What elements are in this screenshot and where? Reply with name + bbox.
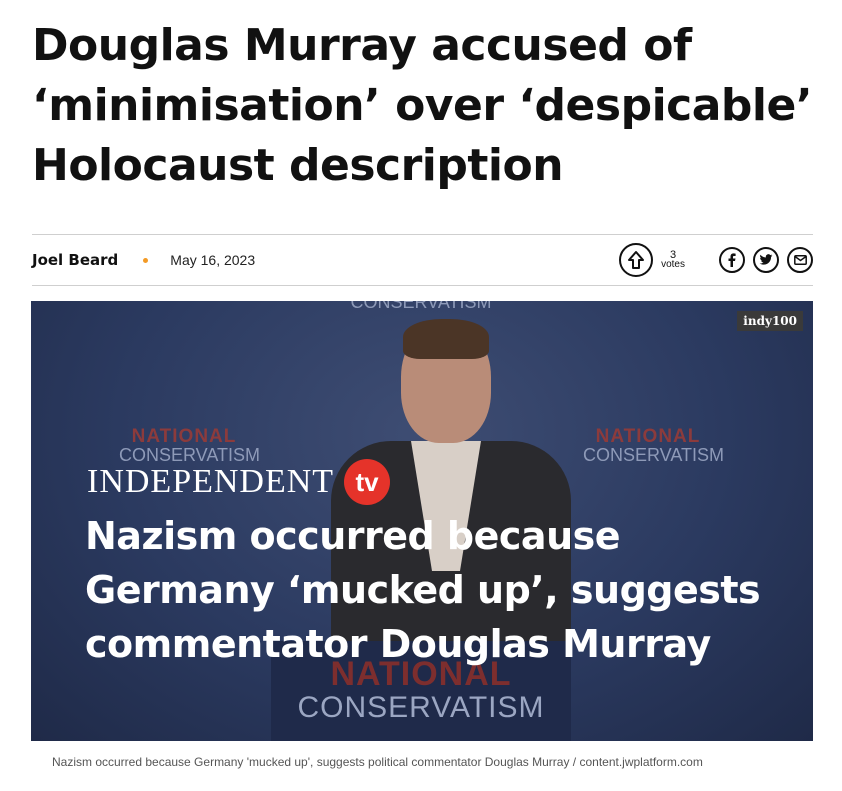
separator-dot [143, 257, 149, 263]
video-player[interactable]: CONSERVATISM NATIONAL CONSERVATISM NATIO… [31, 301, 813, 741]
tv-badge: tv [344, 459, 391, 505]
email-icon[interactable] [787, 247, 813, 273]
backdrop-logo-right: NATIONAL CONSERVATISM [583, 426, 725, 465]
divider-bottom [32, 285, 813, 286]
author-name[interactable]: Joel Beard [32, 251, 118, 269]
video-overlay-title: Nazism occurred because Germany ‘mucked … [85, 514, 761, 666]
vote-count: 3 votes [661, 250, 685, 270]
independent-tv-logo: INDEPENDENT tv [87, 459, 391, 505]
byline: Joel Beard May 16, 2023 3 votes [32, 236, 813, 284]
publish-date: May 16, 2023 [170, 252, 256, 268]
upvote-arrow-icon [628, 251, 645, 269]
image-caption: Nazism occurred because Germany 'mucked … [52, 755, 703, 769]
speaker-hair [403, 319, 489, 359]
facebook-icon[interactable] [719, 247, 745, 273]
article-headline: Douglas Murray accused of ‘minimisation’… [32, 20, 813, 191]
upvote-button[interactable] [619, 243, 654, 277]
vote-count-label: votes [661, 259, 685, 270]
independent-wordmark: INDEPENDENT [87, 463, 335, 500]
twitter-icon[interactable] [753, 247, 779, 273]
divider-top [32, 234, 813, 235]
indy100-badge: indy100 [737, 311, 803, 331]
backdrop-logo-top: CONSERVATISM [350, 301, 492, 312]
